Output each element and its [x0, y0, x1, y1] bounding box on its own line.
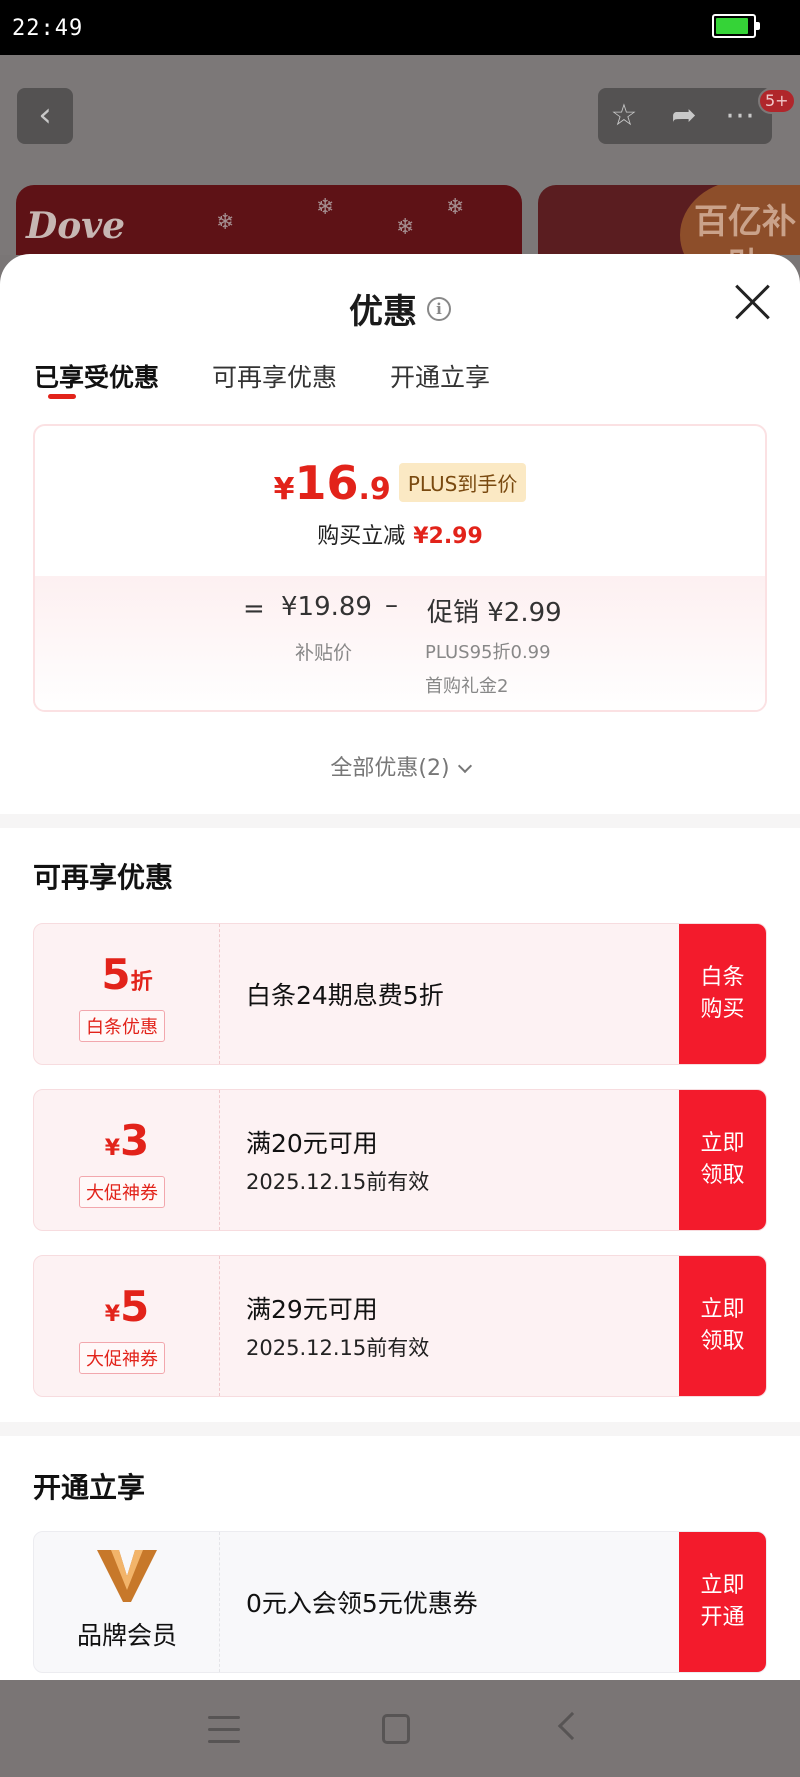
coupon-condition: 满20元可用 — [246, 1129, 378, 1158]
tab-open-enjoy[interactable]: 开通立享 — [390, 358, 490, 394]
brand-logo: Dove — [26, 205, 126, 247]
snowflake-icon: ❄ — [316, 195, 335, 220]
background-product-page: ‹ ☆ ➦ ⋯ 5+ Dove ❄ ❄ ❄ ❄ 百亿补贴 — [0, 55, 800, 255]
home-icon[interactable] — [382, 1714, 410, 1744]
member-card: 品牌会员 0元入会领5元优惠券 立即开通 — [33, 1531, 767, 1673]
chevron-down-icon — [457, 758, 472, 774]
back-icon[interactable] — [557, 1711, 587, 1741]
divider — [0, 814, 800, 828]
base-price: ¥19.89 — [281, 592, 372, 622]
equals-sign: = — [243, 594, 265, 624]
top-actions: ☆ ➦ ⋯ — [598, 88, 772, 144]
battery-icon — [712, 14, 760, 38]
open-membership-button[interactable]: 立即开通 — [679, 1532, 766, 1672]
snowflake-icon: ❄ — [446, 195, 465, 220]
final-price: ¥16.9 PLUS到手价 — [35, 456, 765, 510]
all-offers-toggle[interactable]: 全部优惠(2) — [0, 750, 800, 782]
tab-indicator — [48, 394, 76, 399]
claim-coupon-button[interactable]: 立即领取 — [679, 1090, 766, 1230]
banner-image[interactable]: 百亿补贴 — [538, 185, 800, 255]
coupon-tag: 白条优惠 — [79, 1010, 165, 1042]
member-label: 品牌会员 — [76, 1621, 177, 1650]
coupon-tag: 大促神券 — [79, 1176, 165, 1208]
subsidy-badge: 百亿补贴 — [680, 185, 800, 255]
coupon-condition: 满29元可用 — [246, 1295, 378, 1324]
snowflake-icon: ❄ — [396, 215, 415, 240]
enjoyed-offer-card: ¥16.9 PLUS到手价 购买立减 ¥2.99 = ¥19.89 – 促销 ¥2.… — [33, 424, 767, 712]
section-title-open: 开通立享 — [33, 1471, 146, 1504]
coupon-expiry: 2025.12.15前有效 — [246, 1336, 430, 1360]
coupon-card: 5折 白条优惠 白条24期息费5折 白条购买 — [33, 923, 767, 1065]
coupon-expiry: 2025.12.15前有效 — [246, 1170, 430, 1194]
clock: 22:49 — [12, 16, 84, 41]
coupon-card: ¥5 大促神券 满29元可用 2025.12.15前有效 立即领取 — [33, 1255, 767, 1397]
sheet-title: 优惠 i — [0, 284, 800, 333]
plus-price-tag: PLUS到手价 — [398, 463, 527, 502]
base-price-label: 补贴价 — [295, 642, 353, 664]
promo-detail: PLUS95折0.99 — [425, 642, 551, 663]
section-title-more: 可再享优惠 — [33, 861, 174, 894]
promo-detail: 首购礼金2 — [425, 676, 509, 697]
back-button[interactable]: ‹ — [17, 88, 73, 144]
share-icon[interactable]: ➦ — [664, 96, 704, 136]
minus-sign: – — [385, 590, 398, 620]
tab-more-offers[interactable]: 可再享优惠 — [212, 358, 337, 394]
close-icon[interactable] — [734, 284, 770, 320]
more-icon[interactable]: ⋯ — [720, 96, 760, 136]
coupon-card: ¥3 大促神券 满20元可用 2025.12.15前有效 立即领取 — [33, 1089, 767, 1231]
member-desc: 0元入会领5元优惠券 — [246, 1589, 478, 1618]
instant-discount: 购买立减 ¥2.99 — [317, 524, 483, 549]
system-nav-bar — [0, 1680, 800, 1777]
banner-image[interactable]: Dove ❄ ❄ ❄ ❄ — [16, 185, 522, 255]
brand-member-logo — [97, 1550, 157, 1602]
claim-coupon-button[interactable]: 立即领取 — [679, 1256, 766, 1396]
status-bar: 22:49 — [0, 0, 800, 55]
baitiao-buy-button[interactable]: 白条购买 — [679, 924, 766, 1064]
menu-icon[interactable] — [208, 1716, 240, 1744]
info-icon[interactable]: i — [427, 296, 451, 321]
coupon-tag: 大促神券 — [79, 1342, 165, 1374]
star-icon[interactable]: ☆ — [604, 96, 644, 136]
snowflake-icon: ❄ — [216, 210, 235, 235]
promo-amount: 促销 ¥2.99 — [427, 598, 562, 628]
offers-sheet: 优惠 i 已享受优惠 可再享优惠 开通立享 ¥16.9 PLUS到手价 购买立减 ¥2… — [0, 254, 800, 1680]
message-badge: 5+ — [758, 88, 796, 114]
coupon-desc: 白条24期息费5折 — [246, 981, 444, 1010]
divider — [0, 1422, 800, 1436]
tab-enjoyed[interactable]: 已享受优惠 — [34, 358, 159, 394]
